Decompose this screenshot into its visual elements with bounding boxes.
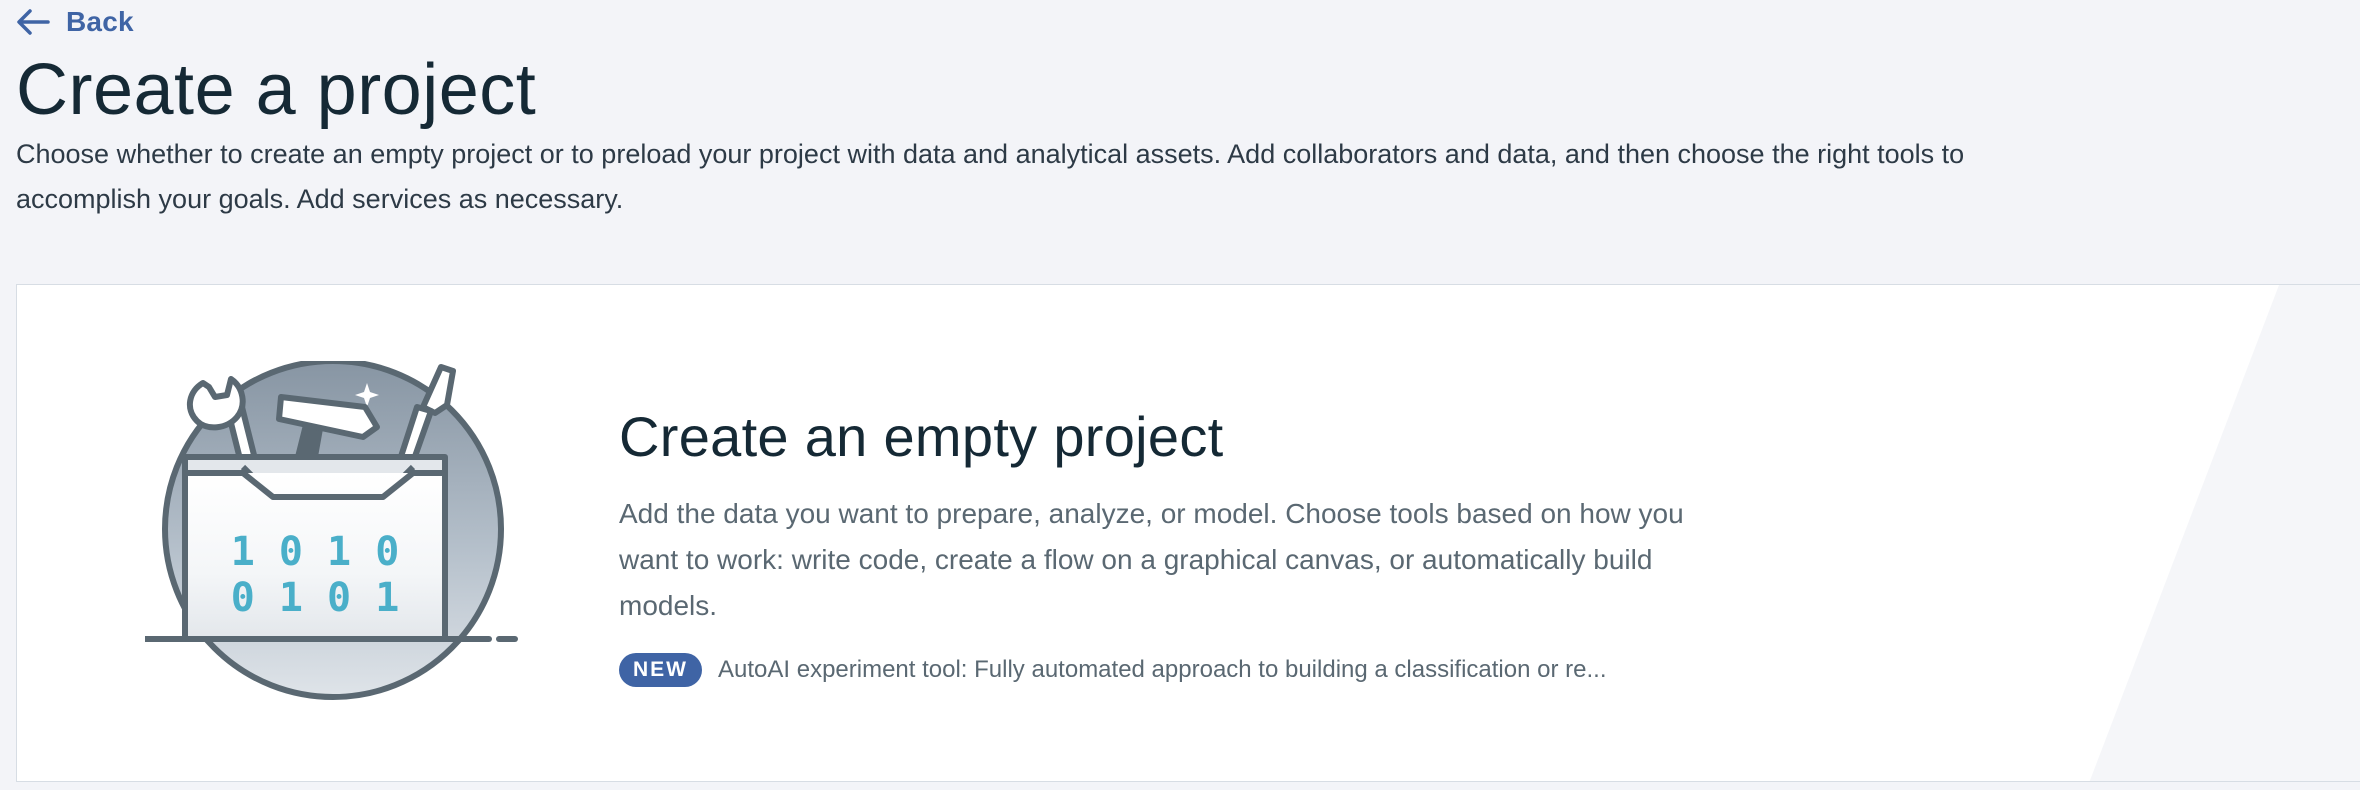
card-title: Create an empty project: [619, 405, 1224, 468]
arrow-left-icon: [17, 9, 50, 35]
page-description: Choose whether to create an empty projec…: [16, 139, 1965, 214]
binary-line-1: 1 0 1 0: [231, 529, 400, 575]
create-project-page: Back Create a project Choose whether to …: [0, 0, 2360, 790]
back-label: Back: [66, 6, 134, 37]
binary-line-2: 0 1 0 1: [231, 575, 400, 621]
page-title: Create a project: [16, 50, 537, 130]
new-badge: NEW: [619, 653, 702, 687]
new-feature-text: AutoAI experiment tool: Fully automated …: [718, 656, 1607, 683]
back-link[interactable]: Back: [16, 4, 134, 40]
create-empty-project-card[interactable]: 1 0 1 0 0 1 0 1 Create an empty project …: [16, 284, 2360, 782]
toolbox-icon: 1 0 1 0 0 1 0 1: [145, 361, 518, 700]
card-description: Add the data you want to prepare, analyz…: [619, 498, 1684, 621]
new-feature-row: NEW AutoAI experiment tool: Fully automa…: [619, 653, 1606, 687]
